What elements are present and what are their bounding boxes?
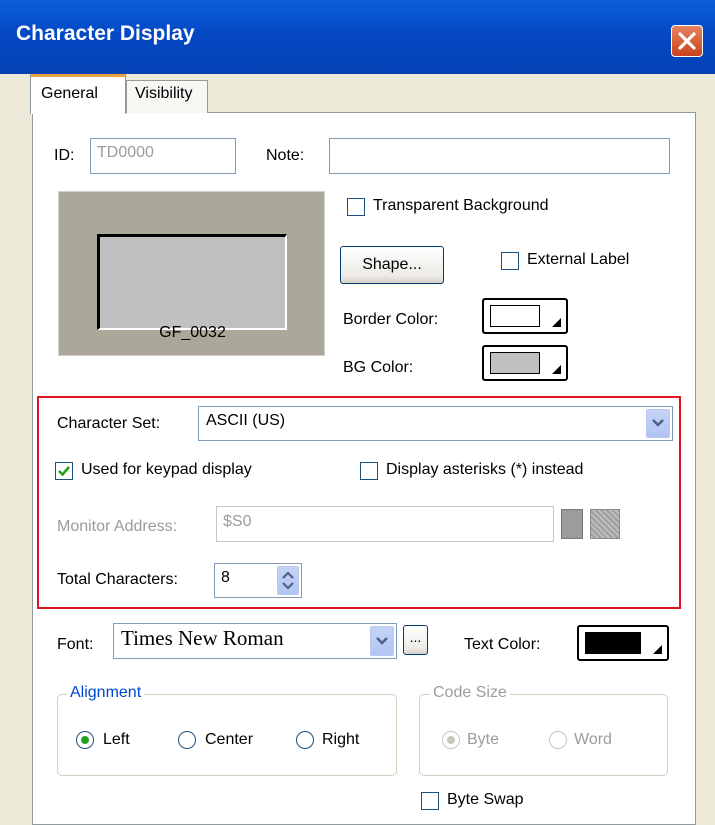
display-asterisks-checkbox[interactable] xyxy=(360,462,378,480)
display-asterisks-label: Display asterisks (*) instead xyxy=(386,461,584,478)
window-title: Character Display xyxy=(16,22,195,45)
code-size-word-label: Word xyxy=(574,731,612,748)
text-color-swatch xyxy=(585,632,641,654)
keypad-display-checkbox[interactable] xyxy=(55,462,73,480)
align-center-label: Center xyxy=(205,731,254,748)
id-field[interactable]: TD0000 xyxy=(90,138,236,174)
byte-swap-label: Byte Swap xyxy=(447,791,524,808)
close-button[interactable] xyxy=(671,25,703,57)
tab-general[interactable]: General xyxy=(30,74,126,114)
align-center-radio[interactable] xyxy=(178,731,196,749)
total-characters-label: Total Characters: xyxy=(57,571,178,588)
border-color-picker[interactable] xyxy=(482,298,568,334)
keypad-icon[interactable] xyxy=(590,509,620,539)
preview-shape xyxy=(97,234,287,330)
address-picker-icon[interactable] xyxy=(561,509,583,539)
text-color-label: Text Color: xyxy=(464,636,541,653)
radio-dot-icon xyxy=(81,736,89,744)
monitor-address-field[interactable]: $S0 xyxy=(216,506,554,542)
spinner-arrows-icon[interactable] xyxy=(277,566,299,595)
external-label-label: External Label xyxy=(527,251,630,268)
bg-color-picker[interactable] xyxy=(482,345,568,381)
byte-swap-checkbox[interactable] xyxy=(421,792,439,810)
character-set-dropdown[interactable]: ASCII (US) xyxy=(198,406,673,441)
tab-visibility[interactable]: Visibility xyxy=(126,80,208,113)
transparent-background-checkbox[interactable] xyxy=(347,198,365,216)
code-size-byte-label: Byte xyxy=(467,731,500,748)
font-dropdown[interactable]: Times New Roman xyxy=(113,623,397,659)
dropdown-triangle-icon xyxy=(552,318,561,327)
note-label: Note: xyxy=(266,147,305,164)
code-size-byte-radio[interactable] xyxy=(442,731,460,749)
font-more-button[interactable]: ... xyxy=(403,625,428,655)
chevron-down-icon[interactable] xyxy=(370,626,394,656)
font-value: Times New Roman xyxy=(121,626,284,650)
border-color-swatch xyxy=(490,305,540,327)
monitor-address-label: Monitor Address: xyxy=(57,518,178,535)
dropdown-triangle-icon xyxy=(552,365,561,374)
chevron-down-icon[interactable] xyxy=(646,409,670,438)
align-left-radio[interactable] xyxy=(76,731,94,749)
character-set-value: ASCII (US) xyxy=(206,412,286,429)
id-label: ID: xyxy=(54,147,75,164)
total-characters-value: 8 xyxy=(221,569,230,586)
text-color-picker[interactable] xyxy=(577,625,669,661)
code-size-word-radio[interactable] xyxy=(549,731,567,749)
close-icon xyxy=(678,32,696,50)
border-color-label: Border Color: xyxy=(343,311,439,328)
font-label: Font: xyxy=(57,636,94,653)
code-size-group-title: Code Size xyxy=(430,684,510,702)
shape-preview: GF_0032 xyxy=(58,191,325,356)
align-right-label: Right xyxy=(322,731,360,748)
check-icon xyxy=(58,466,70,477)
external-label-checkbox[interactable] xyxy=(501,252,519,270)
bg-color-swatch xyxy=(490,352,540,374)
align-right-radio[interactable] xyxy=(296,731,314,749)
preview-caption: GF_0032 xyxy=(159,324,226,341)
alignment-group-title: Alignment xyxy=(67,684,145,702)
radio-dot-icon xyxy=(447,736,455,744)
shape-button[interactable]: Shape... xyxy=(340,246,444,284)
dropdown-triangle-icon xyxy=(653,645,662,654)
transparent-background-label: Transparent Background xyxy=(373,197,549,214)
bg-color-label: BG Color: xyxy=(343,359,414,376)
keypad-display-label: Used for keypad display xyxy=(81,461,252,478)
character-set-label: Character Set: xyxy=(57,415,161,432)
note-field[interactable] xyxy=(329,138,670,174)
align-left-label: Left xyxy=(103,731,130,748)
total-characters-spinner[interactable]: 8 xyxy=(214,563,302,598)
